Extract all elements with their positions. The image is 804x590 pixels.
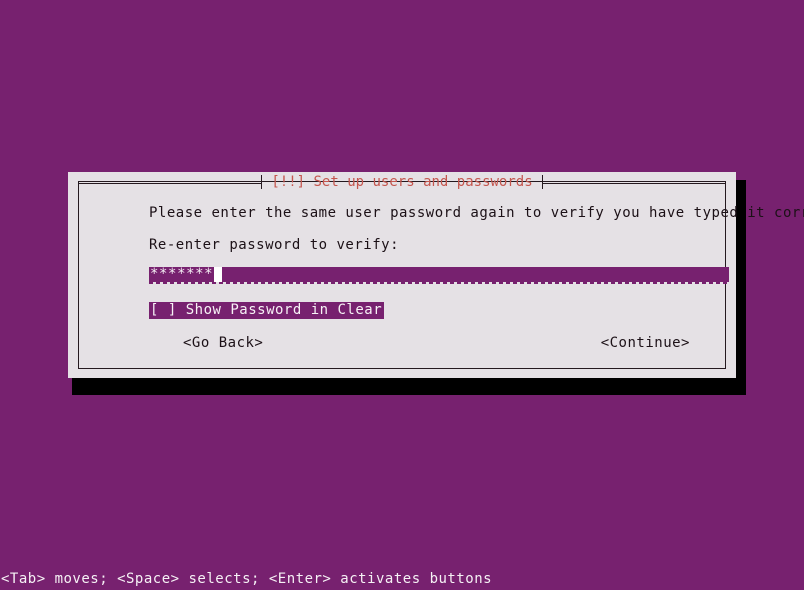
password-input-underline [149, 282, 729, 284]
setup-users-and-passwords-dialog: [!!] Set up users and passwords Please e… [68, 172, 804, 378]
password-input-track[interactable] [149, 267, 729, 282]
page-title: [!!] Set up users and passwords [271, 174, 533, 190]
title-rule-left [78, 182, 262, 184]
title-rule-right [542, 182, 727, 184]
keyboard-hint-statusbar: <Tab> moves; <Space> selects; <Enter> ac… [1, 571, 493, 587]
text-cursor [214, 267, 222, 282]
show-password-in-clear-checkbox[interactable]: [ ] Show Password in Clear [149, 302, 385, 319]
continue-button[interactable]: <Continue> [601, 335, 690, 352]
password-prompt-label: Re-enter password to verify: [149, 237, 400, 253]
dialog-title-bar: [!!] Set up users and passwords [78, 174, 727, 190]
go-back-button[interactable]: <Go Back> [183, 335, 263, 352]
instruction-text: Please enter the same user password agai… [149, 205, 804, 221]
dialog-content: Please enter the same user password agai… [80, 192, 804, 368]
password-input[interactable]: ******* [149, 267, 214, 282]
installer-screen: [!!] Set up users and passwords Please e… [0, 0, 804, 590]
password-input-wrapper[interactable]: ******* [149, 267, 729, 289]
